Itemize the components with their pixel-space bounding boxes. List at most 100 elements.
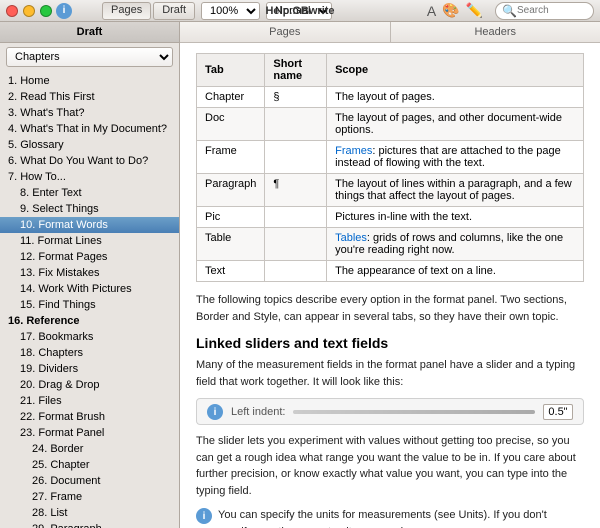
- sidebar-item-13[interactable]: 13. Fix Mistakes: [0, 265, 179, 281]
- slider-track[interactable]: [293, 410, 535, 414]
- toolbar-icons: A 🎨 ✏️ 🔍: [427, 2, 594, 20]
- color-icon: 🎨: [442, 2, 459, 19]
- sidebar-item-17[interactable]: 17. Bookmarks: [0, 329, 179, 345]
- cell-short: [265, 228, 327, 261]
- sidebar-item-11[interactable]: 11. Format Lines: [0, 233, 179, 249]
- cell-short: ¶: [265, 174, 327, 207]
- section-text: Many of the measurement fields in the fo…: [196, 357, 584, 390]
- sidebar-item-22[interactable]: 22. Format Brush: [0, 409, 179, 425]
- minimize-button[interactable]: [23, 5, 35, 17]
- content-header: Pages Headers: [180, 22, 600, 43]
- content-body: Tab Short name Scope Chapter § The layou…: [180, 43, 600, 528]
- cell-short: §: [265, 87, 327, 108]
- sidebar-item-18[interactable]: 18. Chapters: [0, 345, 179, 361]
- sidebar-item-15[interactable]: 15. Find Things: [0, 297, 179, 313]
- cell-scope: The appearance of text on a line.: [327, 261, 584, 282]
- col-tab: Tab: [197, 54, 265, 87]
- sidebar-item-10[interactable]: 10. Format Words: [0, 217, 179, 233]
- info-icon-2: i: [196, 508, 212, 524]
- table-row: Paragraph ¶ The layout of lines within a…: [197, 174, 584, 207]
- cell-tab: Text: [197, 261, 265, 282]
- chapters-select[interactable]: Chapters: [6, 47, 173, 67]
- zoom-select[interactable]: 100%: [201, 2, 260, 20]
- info-icon: i: [56, 3, 72, 19]
- cell-tab: Paragraph: [197, 174, 265, 207]
- content-area: Pages Headers Tab Short name Scope Chapt…: [180, 22, 600, 528]
- sidebar-list: 1. Home 2. Read This First 3. What's Tha…: [0, 71, 179, 528]
- font-icon: A: [427, 3, 436, 19]
- cell-short: [265, 261, 327, 282]
- col-shortname: Short name: [265, 54, 327, 87]
- slider-description: The slider lets you experiment with valu…: [196, 433, 584, 499]
- sidebar-item-20[interactable]: 20. Drag & Drop: [0, 377, 179, 393]
- table-row: Doc The layout of pages, and other docum…: [197, 108, 584, 141]
- cell-tab: Frame: [197, 141, 265, 174]
- sidebar-item-12[interactable]: 12. Format Pages: [0, 249, 179, 265]
- table-row: Text The appearance of text on a line.: [197, 261, 584, 282]
- sidebar-item-8[interactable]: 8. Enter Text: [0, 185, 179, 201]
- sidebar-item-27[interactable]: 27. Frame: [0, 489, 179, 505]
- sidebar-item-4[interactable]: 4. What's That in My Document?: [0, 121, 179, 137]
- sidebar-item-21[interactable]: 21. Files: [0, 393, 179, 409]
- tab-draft[interactable]: Draft: [153, 2, 195, 20]
- sidebar-item-3[interactable]: 3. What's That?: [0, 105, 179, 121]
- sidebar-item-6[interactable]: 6. What Do You Want to Do?: [0, 153, 179, 169]
- cell-short: [265, 207, 327, 228]
- sidebar-item-14[interactable]: 14. Work With Pictures: [0, 281, 179, 297]
- cell-short: [265, 108, 327, 141]
- sidebar-item-9[interactable]: 9. Select Things: [0, 201, 179, 217]
- main-layout: Draft Chapters 1. Home 2. Read This Firs…: [0, 22, 600, 528]
- slider-value: 0.5": [543, 404, 573, 420]
- tab-pages[interactable]: Pages: [102, 2, 151, 20]
- sidebar-item-23[interactable]: 23. Format Panel: [0, 425, 179, 441]
- pen-icon: ✏️: [466, 2, 483, 19]
- sidebar-item-5[interactable]: 5. Glossary: [0, 137, 179, 153]
- table-row: Pic Pictures in-line with the text.: [197, 207, 584, 228]
- cell-scope: The layout of lines within a paragraph, …: [327, 174, 584, 207]
- section-heading: Linked sliders and text fields: [196, 335, 584, 351]
- cell-scope: Frames: pictures that are attached to th…: [327, 141, 584, 174]
- title-bar: i Pages Draft 100% Normal Help.GBwrite A…: [0, 0, 600, 22]
- sidebar-item-2[interactable]: 2. Read This First: [0, 89, 179, 105]
- intro-text: The following topics describe every opti…: [196, 292, 584, 325]
- search-icon: 🔍: [502, 4, 517, 18]
- table-row: Table Tables: grids of rows and columns,…: [197, 228, 584, 261]
- tables-link[interactable]: Tables: [335, 232, 367, 244]
- sidebar-item-1[interactable]: 1. Home: [0, 73, 179, 89]
- sidebar-item-16[interactable]: 16. Reference: [0, 313, 179, 329]
- table-row: Frame Frames: pictures that are attached…: [197, 141, 584, 174]
- maximize-button[interactable]: [40, 5, 52, 17]
- sidebar-item-24[interactable]: 24. Border: [0, 441, 179, 457]
- sidebar-item-29[interactable]: 29. Paragraph: [0, 521, 179, 528]
- sidebar-item-26[interactable]: 26. Document: [0, 473, 179, 489]
- table-row: Chapter § The layout of pages.: [197, 87, 584, 108]
- content-tab-pages[interactable]: Pages: [180, 22, 391, 42]
- cell-short: [265, 141, 327, 174]
- cell-tab: Chapter: [197, 87, 265, 108]
- sidebar-item-28[interactable]: 28. List: [0, 505, 179, 521]
- sidebar-item-19[interactable]: 19. Dividers: [0, 361, 179, 377]
- cell-tab: Table: [197, 228, 265, 261]
- info-block: i You can specify the units for measurem…: [196, 507, 584, 528]
- frames-link[interactable]: Frames: [335, 145, 372, 157]
- cell-scope: The layout of pages.: [327, 87, 584, 108]
- sidebar-item-7[interactable]: 7. How To...: [0, 169, 179, 185]
- cell-tab: Doc: [197, 108, 265, 141]
- slider-info-icon: i: [207, 404, 223, 420]
- sidebar-header: Draft: [0, 22, 179, 43]
- slider-label: Left indent:: [231, 406, 285, 418]
- sidebar: Draft Chapters 1. Home 2. Read This Firs…: [0, 22, 180, 528]
- sidebar-item-25[interactable]: 25. Chapter: [0, 457, 179, 473]
- search-box: 🔍: [495, 2, 594, 20]
- close-button[interactable]: [6, 5, 18, 17]
- content-tab-headers[interactable]: Headers: [391, 22, 600, 42]
- help-table: Tab Short name Scope Chapter § The layou…: [196, 53, 584, 282]
- window-title: Help.GBwrite: [265, 5, 334, 17]
- traffic-lights: [6, 5, 52, 17]
- col-scope: Scope: [327, 54, 584, 87]
- search-input[interactable]: [517, 5, 587, 16]
- sidebar-dropdown[interactable]: Chapters: [6, 47, 173, 67]
- cell-scope: Tables: grids of rows and columns, like …: [327, 228, 584, 261]
- cell-scope: The layout of pages, and other document-…: [327, 108, 584, 141]
- slider-demo: i Left indent: 0.5": [196, 398, 584, 425]
